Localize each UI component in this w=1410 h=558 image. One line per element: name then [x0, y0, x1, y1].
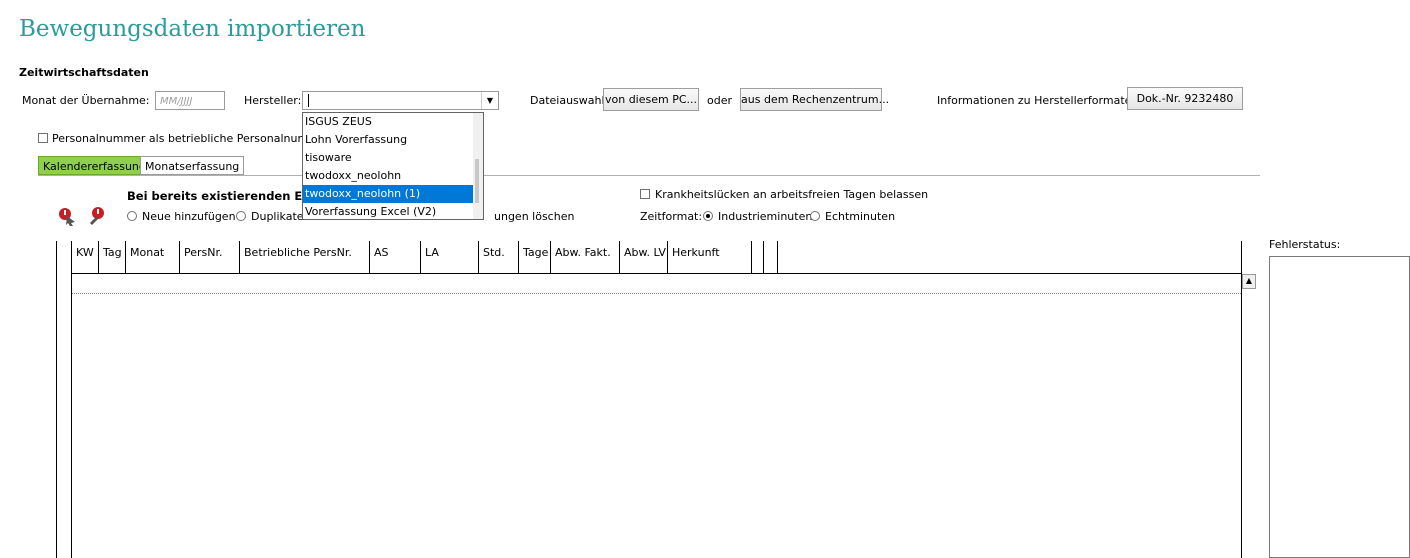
month-field[interactable]: MM/JJJJ	[155, 91, 225, 110]
sick-checkbox[interactable]	[640, 189, 650, 202]
dropdown-item-selected[interactable]: twodoxx_neolohn (1)	[303, 185, 483, 203]
delete-red-icon[interactable]	[86, 205, 108, 227]
table-row[interactable]	[72, 293, 1241, 294]
doc-button[interactable]: Dok.-Nr. 9232480	[1127, 87, 1243, 110]
dropdown-item[interactable]: twodoxx_neolohn	[303, 167, 483, 185]
page-title: Bewegungsdaten importieren	[19, 16, 366, 42]
dropdown-scroll-thumb[interactable]	[475, 159, 479, 203]
row-header-divider	[71, 241, 72, 558]
col-herkunft[interactable]: Herkunft	[668, 241, 752, 273]
info-label: Informationen zu Herstellerformaten:	[937, 94, 1143, 107]
radio-industrial[interactable]	[703, 211, 713, 224]
col-monat[interactable]: Monat	[126, 241, 180, 273]
radio-new[interactable]	[127, 211, 137, 224]
col-persnr[interactable]: PersNr.	[180, 241, 240, 273]
col-kw[interactable]: KW	[72, 241, 99, 273]
col-betriebliche-persnr[interactable]: Betriebliche PersNr.	[240, 241, 370, 273]
from-datacenter-button[interactable]: aus dem Rechenzentrum...	[740, 88, 889, 111]
error-status-panel[interactable]	[1269, 256, 1410, 558]
col-abw-lv[interactable]: Abw. LV	[620, 241, 668, 273]
tab-monatserfassung[interactable]: Monatserfassung	[140, 156, 245, 175]
import-red-icon[interactable]	[56, 205, 78, 227]
tab-kalendererfassung[interactable]: Kalendererfassung	[38, 156, 151, 175]
col-tag[interactable]: Tag	[99, 241, 126, 273]
col-as[interactable]: AS	[370, 241, 421, 273]
dropdown-item[interactable]: ISGUS ZEUS	[303, 113, 483, 131]
radio-real[interactable]	[810, 211, 820, 224]
col-extra-2[interactable]	[764, 241, 778, 273]
radio-duplicates[interactable]	[236, 211, 246, 224]
radio-delete-label: ungen löschen	[494, 210, 575, 223]
persnr-checkbox[interactable]	[38, 133, 48, 146]
col-abw-fakt[interactable]: Abw. Fakt.	[551, 241, 620, 273]
dropdown-item[interactable]: Vorerfassung Excel (V2)	[303, 203, 483, 219]
radio-industrial-label: Industrieminuten	[718, 210, 813, 223]
radio-new-label: Neue hinzufügen	[142, 210, 236, 223]
manufacturer-label: Hersteller:	[244, 94, 302, 107]
col-tage[interactable]: Tage	[519, 241, 551, 273]
timeformat-label: Zeitformat:	[640, 210, 703, 223]
col-la[interactable]: LA	[421, 241, 479, 273]
chevron-down-icon[interactable]: ▼	[481, 92, 498, 109]
dropdown-item[interactable]: tisoware	[303, 149, 483, 167]
month-placeholder: MM/JJJJ	[160, 96, 193, 107]
dropdown-scrollbar[interactable]	[473, 113, 483, 219]
scroll-up-icon[interactable]: ▲	[1242, 274, 1256, 289]
text-cursor	[308, 94, 309, 107]
dropdown-item[interactable]: Lohn Vorerfassung	[303, 131, 483, 149]
from-pc-button[interactable]: von diesem PC...	[603, 88, 699, 111]
radio-real-label: Echtminuten	[825, 210, 896, 223]
manufacturer-select[interactable]: ▼	[302, 91, 499, 110]
month-label: Monat der Übernahme:	[22, 94, 150, 107]
col-extra-1[interactable]	[752, 241, 764, 273]
sick-checkbox-label: Krankheitslücken an arbeitsfreien Tagen …	[655, 188, 929, 201]
or-label: oder	[707, 94, 733, 107]
col-std[interactable]: Std.	[479, 241, 519, 273]
header-bottom-line	[72, 273, 1241, 274]
manufacturer-dropdown-list[interactable]: ISGUS ZEUS Lohn Vorerfassung tisoware tw…	[302, 112, 484, 220]
tab-divider	[38, 175, 1260, 176]
section-title: Zeitwirtschaftsdaten	[19, 66, 149, 79]
error-status-label: Fehlerstatus:	[1269, 238, 1341, 251]
file-label: Dateiauswahl:	[530, 94, 609, 107]
data-table[interactable]: KW Tag Monat PersNr. Betriebliche PersNr…	[56, 241, 1257, 558]
